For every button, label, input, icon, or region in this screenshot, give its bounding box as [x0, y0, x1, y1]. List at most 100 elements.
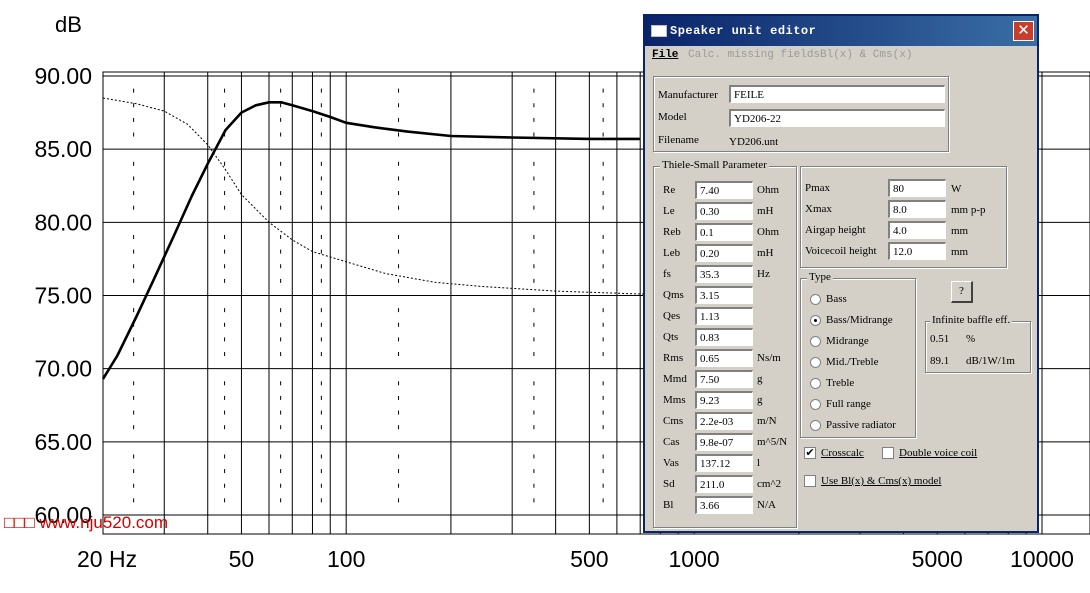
param-label-bl: Bl [663, 499, 674, 511]
param-input-bl[interactable]: 3.66 [695, 496, 753, 514]
param-unit-fs: Hz [757, 268, 770, 280]
param-input-mms[interactable]: 9.23 [695, 391, 753, 409]
param-label-mms: Mms [663, 394, 686, 406]
power-unit-airgap-height: mm [951, 225, 969, 237]
infinite-baffle-group: Infinite baffle eff. 0.51 % 89.1 dB/1W/1… [925, 314, 1031, 373]
param-label-vas: Vas [663, 457, 679, 469]
type-label-mid-treble[interactable]: Mid./Treble [826, 356, 878, 368]
param-label-qms: Qms [663, 289, 684, 301]
model-label: Model [658, 111, 687, 123]
spl-curve [101, 101, 641, 380]
param-unit-re: Ohm [757, 184, 779, 196]
type-radio-midrange[interactable] [810, 336, 821, 347]
x-tick-label: 5000 [912, 546, 963, 572]
type-group: Type Bass Bass/Midrange Midrange Mid./Trebl… [800, 271, 916, 438]
x-axis-ticks: 20 Hz 50 100 500 1000 5000 10000 [77, 546, 1074, 572]
crosscalc-checkbox[interactable]: ✔ [804, 447, 816, 459]
filename-value: YD206.unt [729, 136, 779, 148]
speaker-unit-editor-dialog: Speaker unit editor ✕ File Calc. missing… [643, 14, 1039, 533]
param-input-rms[interactable]: 0.65 [695, 349, 753, 367]
use-bl-model-label[interactable]: Use Bl(x) & Cms(x) model [821, 475, 941, 487]
power-label-xmax: Xmax [805, 203, 832, 215]
param-unit-reb: Ohm [757, 226, 779, 238]
dialog-title: Speaker unit editor [670, 24, 817, 38]
power-label-airgap-height: Airgap height [805, 224, 866, 236]
baffle-eff-unit: % [966, 333, 976, 345]
param-input-qms[interactable]: 3.15 [695, 286, 753, 304]
type-title: Type [807, 271, 833, 283]
double-voice-coil-checkbox[interactable] [882, 447, 894, 459]
param-input-re[interactable]: 7.40 [695, 181, 753, 199]
type-radio-full-range[interactable] [810, 399, 821, 410]
type-label-bass-midrange[interactable]: Bass/Midrange [826, 314, 893, 326]
param-unit-le: mH [757, 205, 774, 217]
param-label-sd: Sd [663, 478, 675, 490]
power-input-xmax[interactable]: 8.0 [888, 200, 946, 218]
param-label-rms: Rms [663, 352, 684, 364]
close-button[interactable]: ✕ [1013, 21, 1034, 41]
double-voice-coil-label[interactable]: Double voice coil [899, 447, 977, 459]
param-input-cas[interactable]: 9.8e-07 [695, 433, 753, 451]
use-bl-model-checkbox[interactable] [804, 475, 816, 487]
param-unit-sd: cm^2 [757, 478, 782, 490]
type-label-bass[interactable]: Bass [826, 293, 847, 305]
power-label-pmax: Pmax [805, 182, 831, 194]
param-input-cms[interactable]: 2.2e-03 [695, 412, 753, 430]
param-input-sd[interactable]: 211.0 [695, 475, 753, 493]
type-label-full-range[interactable]: Full range [826, 398, 871, 410]
y-axis-label: dB [55, 12, 82, 37]
param-unit-bl: N/A [757, 499, 776, 511]
menu-file[interactable]: File [652, 49, 678, 61]
crosscalc-label[interactable]: Crosscalc [821, 447, 864, 459]
power-unit-xmax: mm p-p [951, 204, 986, 216]
manufacturer-label: Manufacturer [658, 89, 718, 101]
type-radio-bass[interactable] [810, 294, 821, 305]
window-icon [651, 25, 667, 37]
power-input-voicecoil-height[interactable]: 12.0 [888, 242, 946, 260]
param-unit-mmd: g [757, 373, 763, 385]
param-input-fs[interactable]: 35.3 [695, 265, 753, 283]
power-unit-pmax: W [951, 183, 962, 195]
param-input-vas[interactable]: 137.12 [695, 454, 753, 472]
y-tick-label: 90.00 [34, 63, 92, 89]
power-label-voicecoil-height: Voicecoil height [805, 245, 877, 257]
param-input-leb[interactable]: 0.20 [695, 244, 753, 262]
model-input[interactable]: YD206-22 [729, 109, 945, 127]
type-radio-treble[interactable] [810, 378, 821, 389]
menu-calc-missing-fields[interactable]: Calc. missing fields [688, 49, 820, 61]
dialog-titlebar[interactable]: Speaker unit editor ✕ [645, 16, 1037, 46]
baffle-spl-value: 89.1 [930, 355, 950, 367]
param-label-cas: Cas [663, 436, 680, 448]
menu-bar: File Calc. missing fields Bl(x) & Cms(x) [645, 46, 1037, 64]
param-unit-vas: l [757, 457, 761, 469]
param-input-mmd[interactable]: 7.50 [695, 370, 753, 388]
type-label-passive-radiator[interactable]: Passive radiator [826, 419, 896, 431]
param-input-le[interactable]: 0.30 [695, 202, 753, 220]
help-button[interactable]: ? [951, 281, 973, 303]
y-tick-label: 70.00 [34, 356, 92, 382]
type-label-midrange[interactable]: Midrange [826, 335, 869, 347]
manufacturer-input[interactable]: FEILE [729, 85, 945, 103]
thiele-small-title: Thiele-Small Parameter [660, 159, 769, 171]
type-radio-passive-radiator[interactable] [810, 420, 821, 431]
power-input-pmax[interactable]: 80 [888, 179, 946, 197]
x-tick-label: 50 [229, 546, 255, 572]
y-tick-label: 65.00 [34, 429, 92, 455]
param-unit-leb: mH [757, 247, 774, 259]
menu-bl-cms[interactable]: Bl(x) & Cms(x) [820, 49, 912, 61]
param-input-qes[interactable]: 1.13 [695, 307, 753, 325]
x-tick-label: 100 [327, 546, 365, 572]
param-label-mmd: Mmd [663, 373, 687, 385]
param-label-re: Re [663, 184, 676, 196]
x-tick-label: 20 Hz [77, 546, 137, 572]
watermark-text: □□□ www.nju520.com [4, 513, 169, 532]
type-radio-bass-midrange[interactable] [810, 315, 821, 326]
power-input-airgap-height[interactable]: 4.0 [888, 221, 946, 239]
type-radio-mid-treble[interactable] [810, 357, 821, 368]
baffle-spl-unit: dB/1W/1m [966, 355, 1015, 367]
y-tick-label: 75.00 [34, 283, 92, 309]
param-input-reb[interactable]: 0.1 [695, 223, 753, 241]
x-tick-label: 1000 [669, 546, 720, 572]
param-input-qts[interactable]: 0.83 [695, 328, 753, 346]
type-label-treble[interactable]: Treble [826, 377, 854, 389]
